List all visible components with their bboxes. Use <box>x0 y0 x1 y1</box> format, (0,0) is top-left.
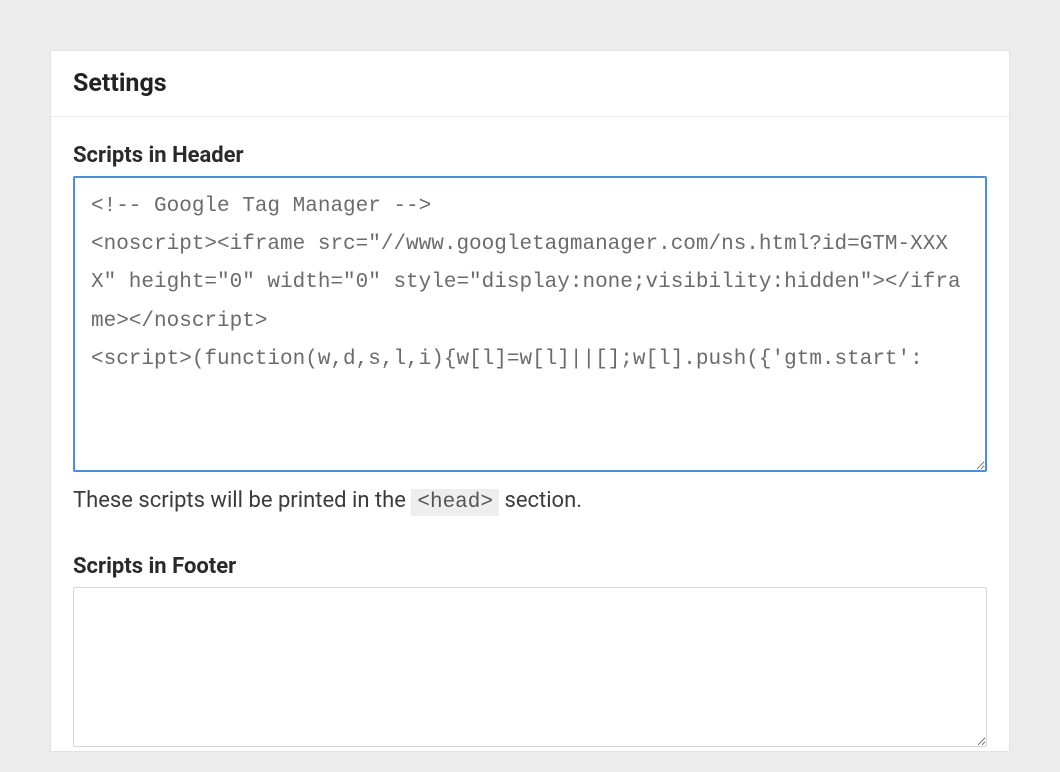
footer-scripts-label: Scripts in Footer <box>73 554 987 579</box>
header-scripts-textarea[interactable]: <!-- Google Tag Manager --> <noscript><i… <box>73 176 987 472</box>
help-text-prefix: These scripts will be printed in the <box>73 488 411 513</box>
header-scripts-help: These scripts will be printed in the <he… <box>73 488 987 514</box>
panel-header: Settings <box>51 51 1009 117</box>
settings-panel: Settings Scripts in Header <!-- Google T… <box>50 50 1010 752</box>
footer-scripts-textarea[interactable] <box>73 587 987 747</box>
help-text-suffix: section. <box>504 488 582 513</box>
help-code-pill: <head> <box>411 489 499 516</box>
header-scripts-label: Scripts in Header <box>73 143 987 168</box>
panel-body: Scripts in Header <!-- Google Tag Manage… <box>51 117 1009 751</box>
panel-title: Settings <box>73 69 987 98</box>
